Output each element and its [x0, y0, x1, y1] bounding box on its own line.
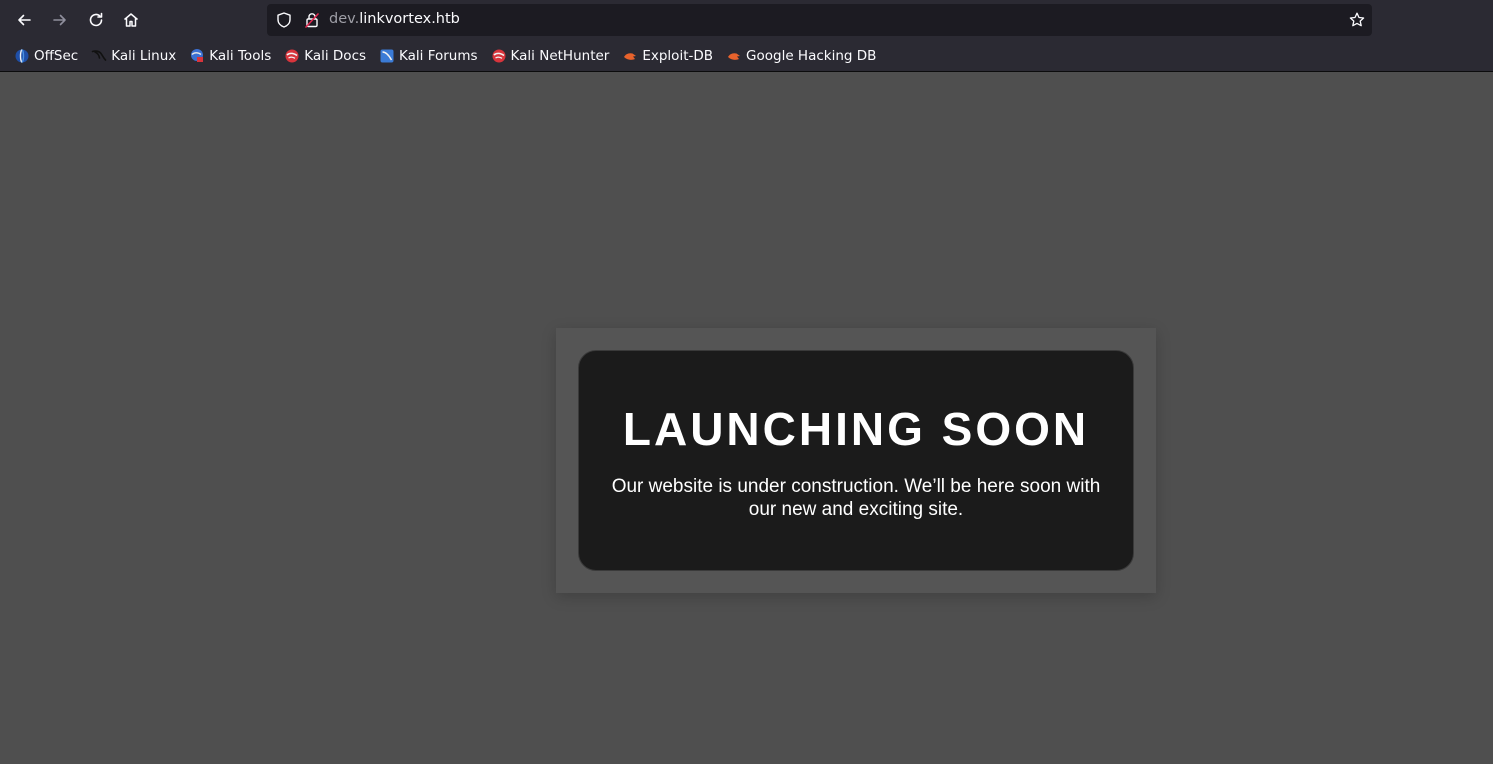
reload-icon [89, 12, 103, 27]
page-headline: LAUNCHING SOON [622, 403, 1090, 455]
bookmark-label: Kali Linux [111, 47, 177, 64]
bookmark-star-icon[interactable] [1348, 11, 1366, 29]
kali-nethunter-icon [492, 49, 506, 62]
bookmarks-toolbar: OffSec Kali Linux Kali Tools Kali Docs K… [0, 40, 1493, 72]
home-icon [124, 13, 138, 27]
bookmark-label: Exploit-DB [642, 47, 714, 64]
kali-dragon-icon [91, 49, 107, 61]
offsec-icon [15, 48, 29, 63]
launch-card: LAUNCHING SOON Our website is under cons… [578, 350, 1134, 571]
insecure-lock-icon[interactable] [303, 11, 321, 29]
back-button[interactable] [10, 6, 38, 34]
page-viewport: LAUNCHING SOON Our website is under cons… [0, 72, 1493, 764]
bookmark-label: Kali Tools [209, 47, 272, 64]
home-button[interactable] [117, 6, 145, 34]
url-domain: linkvortex.htb [359, 11, 460, 27]
bookmark-exploit-db[interactable]: Exploit-DB [619, 43, 716, 69]
construction-message: Our website is under construction. We’ll… [611, 476, 1101, 520]
back-arrow-icon [18, 14, 31, 26]
kali-tools-icon [191, 48, 204, 62]
bookmark-label: Kali Docs [304, 47, 367, 64]
bookmark-google-hacking-db[interactable]: Google Hacking DB [723, 43, 879, 69]
bookmark-offsec[interactable]: OffSec [11, 43, 81, 69]
bookmark-label: Kali NetHunter [510, 47, 610, 64]
forward-button[interactable] [46, 6, 74, 34]
ghdb-icon [728, 52, 741, 60]
forward-arrow-icon [53, 14, 66, 26]
bookmark-label: Google Hacking DB [746, 47, 877, 64]
bookmark-kali-nethunter[interactable]: Kali NetHunter [488, 43, 613, 69]
tracking-protection-shield-icon[interactable] [275, 11, 293, 29]
bookmark-label: OffSec [34, 47, 79, 64]
bookmark-kali-linux[interactable]: Kali Linux [88, 43, 179, 69]
bookmark-label: Kali Forums [399, 47, 478, 64]
url-text[interactable]: dev.linkvortex.htb [329, 11, 460, 27]
bookmark-kali-tools[interactable]: Kali Tools [186, 43, 274, 69]
kali-forums-icon [380, 49, 394, 62]
bookmark-kali-forums[interactable]: Kali Forums [376, 43, 481, 69]
bookmark-kali-docs[interactable]: Kali Docs [281, 43, 369, 69]
exploit-db-icon [624, 52, 637, 60]
url-subdomain: dev. [329, 11, 360, 27]
browser-toolbar: dev.linkvortex.htb [0, 0, 1493, 40]
launch-card-frame: LAUNCHING SOON Our website is under cons… [556, 328, 1156, 593]
reload-button[interactable] [82, 6, 110, 34]
kali-docs-icon [285, 49, 299, 62]
address-bar[interactable]: dev.linkvortex.htb [267, 4, 1372, 36]
